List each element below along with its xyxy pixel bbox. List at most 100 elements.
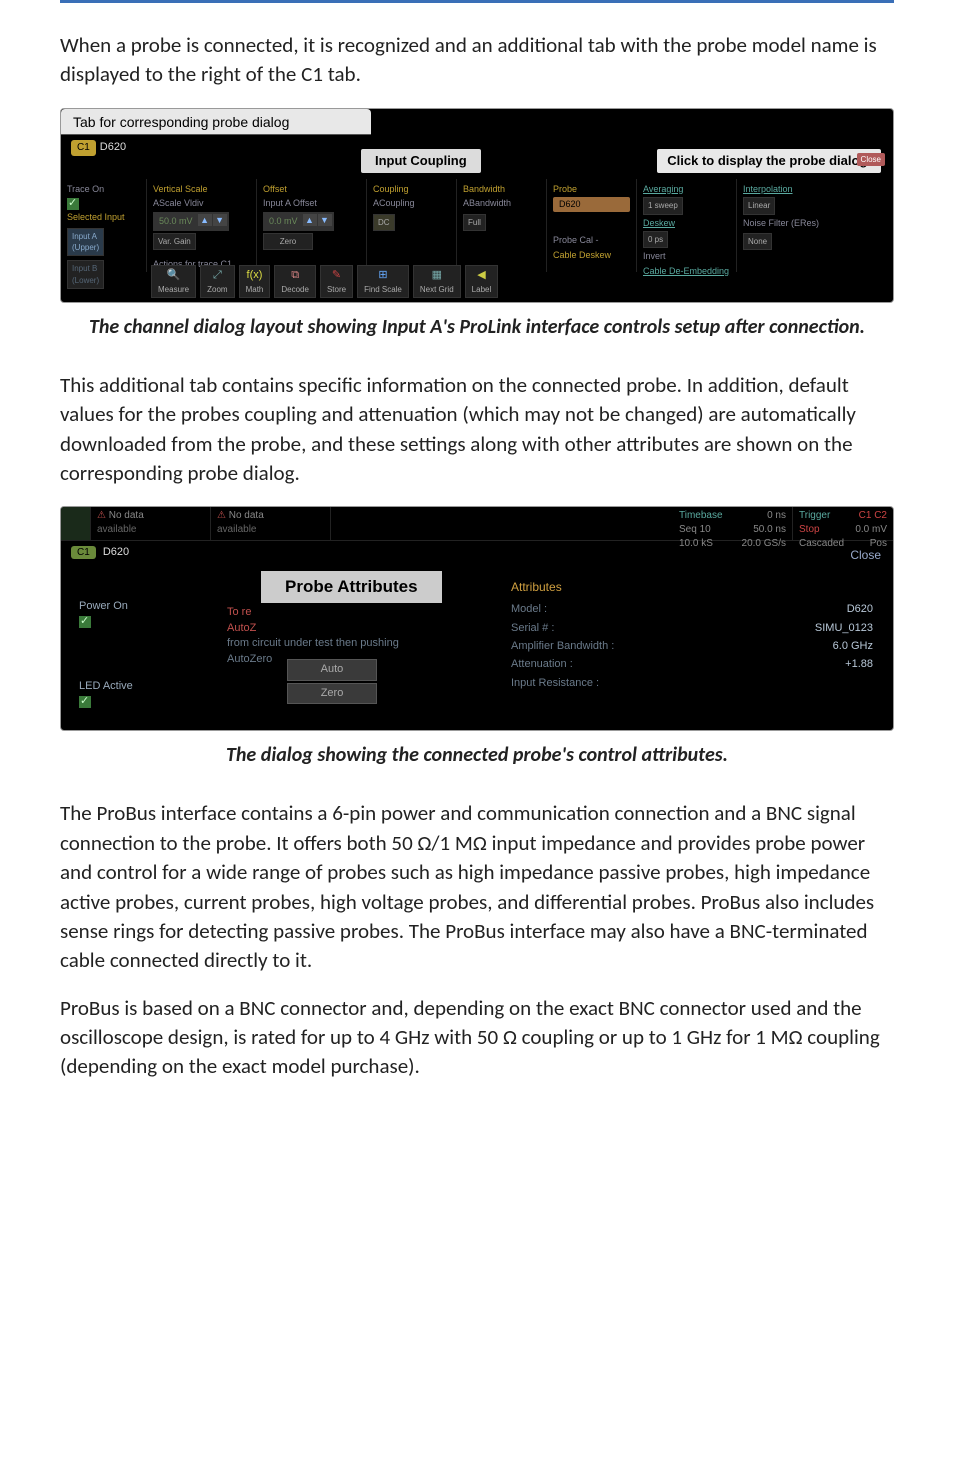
input-coupling-title: Input Coupling xyxy=(361,149,481,173)
probe-attributes-title: Probe Attributes xyxy=(261,571,442,603)
attr-key: Input Resistance : xyxy=(511,676,599,691)
attr-val: +1.88 xyxy=(845,657,873,672)
ascale-label: AScale Vldiv xyxy=(153,197,250,210)
measure-button[interactable]: 🔍Measure xyxy=(151,265,196,298)
paragraph-3: The ProBus interface contains a 6-pin po… xyxy=(60,799,894,975)
attr-row: Model :D620 xyxy=(511,602,873,617)
tab-d620[interactable]: D620 xyxy=(103,546,129,558)
probe-header: Probe xyxy=(553,183,630,196)
store-icon: ✎ xyxy=(332,268,341,283)
annotation-right: Click to display the probe dialog. xyxy=(657,149,881,173)
abandwidth-label: ABandwidth xyxy=(463,197,540,210)
led-active-checkbox[interactable] xyxy=(79,696,91,708)
zoom-icon: ⤢ xyxy=(213,268,222,283)
tab-c1[interactable]: C1 xyxy=(71,546,96,559)
attr-row: Input Resistance : xyxy=(511,676,873,691)
coupling-value[interactable]: DC xyxy=(373,214,395,231)
attr-val: D620 xyxy=(847,602,873,617)
find-scale-label: Find Scale xyxy=(364,284,402,295)
zero-button[interactable]: Zero xyxy=(263,233,313,250)
decode-button[interactable]: ⧉Decode xyxy=(274,265,316,298)
hint-line4: AutoZero xyxy=(227,653,272,665)
up-arrow-icon[interactable]: ▲ xyxy=(198,214,212,226)
available-text: available xyxy=(217,524,256,535)
warn-icon: ⚠ xyxy=(97,510,106,521)
actions-row: 🔍Measure ⤢Zoom f(x)Math ⧉Decode ✎Store ⊞… xyxy=(61,265,893,298)
preproc-panel: Averaging 1 sweep Deskew 0 ps Invert Cab… xyxy=(637,179,737,272)
cascaded-label: Cascaded xyxy=(799,538,844,549)
intro-paragraph: When a probe is connected, it is recogni… xyxy=(60,31,894,90)
measure-icon: 🔍 xyxy=(167,268,181,283)
interp-value[interactable]: Linear xyxy=(743,197,775,214)
coupling-panel: Coupling ACoupling DC xyxy=(367,179,457,272)
timebase-cell: Timebase 0 ns Seq 10 50.0 ns 10.0 kS 20.… xyxy=(673,507,793,540)
up-arrow-icon[interactable]: ▲ xyxy=(303,214,317,226)
interpolation-link[interactable]: Interpolation xyxy=(743,183,831,196)
fx-icon: f(x) xyxy=(247,268,263,283)
close-button[interactable]: Close xyxy=(850,547,881,564)
ioffset-value: 0.0 mV xyxy=(265,214,302,229)
left-panel: Trace On Selected Input Input A (Upper) … xyxy=(61,179,147,272)
var-gain-button[interactable]: Var. Gain xyxy=(153,233,196,250)
cable-deskew-label[interactable]: Cable Deskew xyxy=(553,249,630,262)
auto-button[interactable]: Auto xyxy=(287,659,377,680)
deskew-value[interactable]: 0 ps xyxy=(643,231,668,248)
c1c2-label: C1 C2 xyxy=(859,509,887,523)
top-rule xyxy=(60,0,894,3)
probe-d620-pill[interactable]: D620 xyxy=(553,197,630,212)
figure1-caption: The channel dialog layout showing Input … xyxy=(60,313,894,341)
input-a-button[interactable]: Input A (Upper) xyxy=(67,228,104,256)
attr-key: Amplifier Bandwidth : xyxy=(511,639,614,654)
status-nodata-1: ⚠ No data available xyxy=(91,507,211,540)
ascale-spinner[interactable]: 50.0 mV ▲ ▼ xyxy=(153,212,229,231)
paragraph-2: This additional tab contains specific in… xyxy=(60,371,894,489)
down-arrow-icon[interactable]: ▼ xyxy=(213,214,227,226)
ks-label: 10.0 kS xyxy=(679,538,713,549)
next-grid-button[interactable]: ▦Next Grid xyxy=(413,265,461,298)
figure-probe-dialog: ⚠ No data available ⚠ No data available … xyxy=(60,506,894,731)
ioffset-spinner[interactable]: 0.0 mV ▲ ▼ xyxy=(263,212,334,231)
zoom-button[interactable]: ⤢Zoom xyxy=(200,265,234,298)
seq-label: Seq 10 xyxy=(679,524,711,535)
attr-key: Serial # : xyxy=(511,621,554,636)
label-button[interactable]: ◀Label xyxy=(465,265,499,298)
zoom-label: Zoom xyxy=(207,284,227,295)
store-button[interactable]: ✎Store xyxy=(320,265,353,298)
interp-panel: Interpolation Linear Noise Filter (ERes)… xyxy=(737,179,837,272)
acoupling-label: ACoupling xyxy=(373,197,450,210)
probe-cal-label: Probe Cal - xyxy=(553,234,630,247)
sweep-value[interactable]: 1 sweep xyxy=(643,197,683,214)
close-button[interactable]: Close xyxy=(857,153,885,166)
zero-button[interactable]: Zero xyxy=(287,683,377,704)
bandwidth-panel: Bandwidth ABandwidth Full xyxy=(457,179,547,272)
hint-line2: AutoZ xyxy=(227,622,256,634)
trace-on-label: Trace On xyxy=(67,183,140,196)
deskew-link[interactable]: Deskew xyxy=(643,217,730,230)
vertical-header: Vertical Scale xyxy=(153,183,250,196)
find-scale-icon: ⊞ xyxy=(378,268,387,283)
noise-filter-value[interactable]: None xyxy=(743,233,772,250)
attr-row: Attenuation :+1.88 xyxy=(511,657,873,672)
label-label: Label xyxy=(472,284,492,295)
invert-label: Invert xyxy=(643,250,730,263)
trace-on-checkbox[interactable] xyxy=(67,198,79,210)
led-active-label: LED Active xyxy=(79,680,133,692)
averaging-link[interactable]: Averaging xyxy=(643,183,730,196)
input-a-text: Input A xyxy=(72,232,97,241)
trigger-cell: Trigger C1 C2 Stop 0.0 mV Cascaded Pos xyxy=(793,507,893,540)
ioffset-label: Input A Offset xyxy=(263,197,360,210)
bandwidth-value[interactable]: Full xyxy=(463,214,486,231)
offset-panel: Offset Input A Offset 0.0 mV ▲ ▼ Zero xyxy=(257,179,367,272)
find-scale-button[interactable]: ⊞Find Scale xyxy=(357,265,409,298)
coupling-header: Coupling xyxy=(373,183,450,196)
available-text: available xyxy=(97,524,136,535)
label-icon: ◀ xyxy=(477,268,485,283)
math-label: Math xyxy=(246,284,264,295)
noise-filter-label: Noise Filter (ERes) xyxy=(743,217,831,230)
tab-d620[interactable]: D620 xyxy=(100,140,126,155)
tab-c1[interactable]: C1 xyxy=(71,140,96,156)
power-on-checkbox[interactable] xyxy=(79,616,91,628)
math-button[interactable]: f(x)Math xyxy=(239,265,271,298)
down-arrow-icon[interactable]: ▼ xyxy=(318,214,332,226)
measure-label: Measure xyxy=(158,284,189,295)
